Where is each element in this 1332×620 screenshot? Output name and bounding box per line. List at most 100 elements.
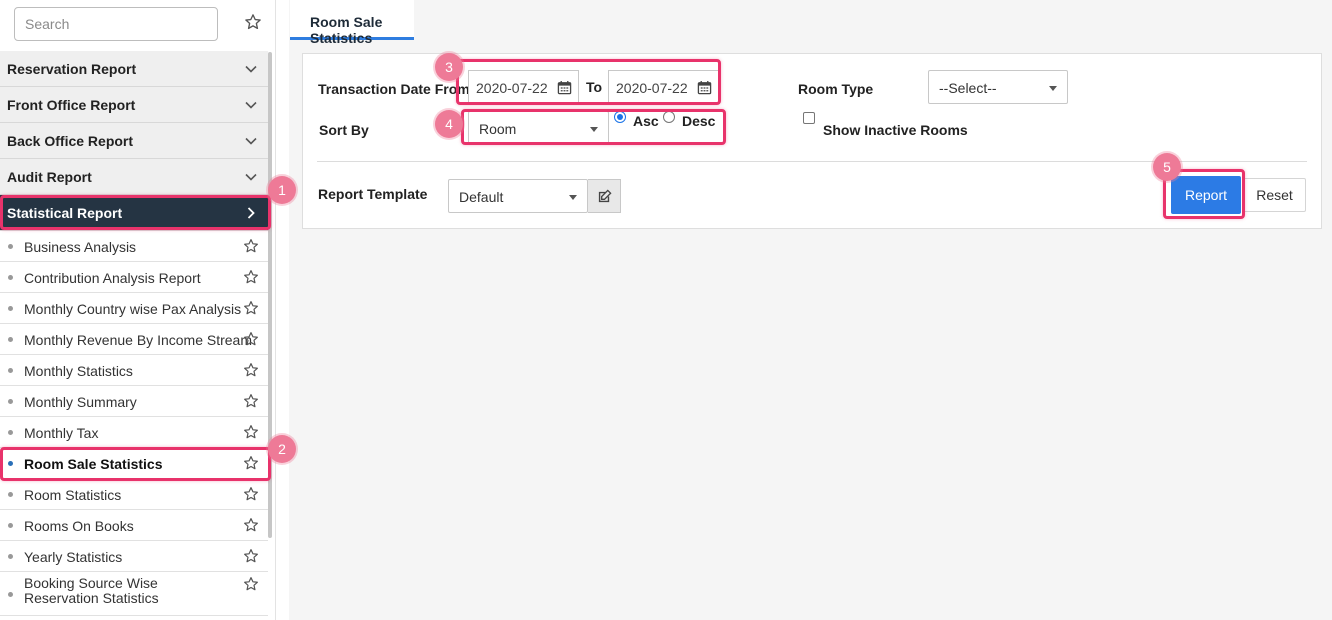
sidebar-scrollbar[interactable] — [268, 52, 272, 538]
star-icon[interactable] — [243, 455, 259, 471]
bullet-icon — [8, 368, 13, 373]
list-item-booking-source[interactable]: Booking Source Wise Reservation Statisti… — [0, 572, 268, 616]
list-item-room-sale-statistics[interactable]: Room Sale Statistics — [0, 448, 268, 479]
list-item-business-analysis[interactable]: Business Analysis — [0, 231, 268, 262]
star-icon[interactable] — [243, 576, 259, 592]
star-icon[interactable] — [243, 269, 259, 285]
list-item-monthly-revenue[interactable]: Monthly Revenue By Income Stream — [0, 324, 268, 355]
desc-label: Desc — [682, 113, 716, 129]
sort-by-select[interactable]: Room — [468, 111, 609, 145]
bullet-icon — [8, 244, 13, 249]
date-from-value: 2020-07-22 — [476, 80, 548, 96]
list-item-label: Monthly Tax — [24, 425, 99, 441]
date-to-input[interactable]: 2020-07-22 — [608, 70, 719, 104]
list-item-contribution-analysis[interactable]: Contribution Analysis Report — [0, 262, 268, 293]
star-icon[interactable] — [243, 238, 259, 254]
category-back-office-report[interactable]: Back Office Report — [0, 123, 268, 159]
category-label: Statistical Report — [7, 205, 123, 221]
list-item-label: Room Statistics — [24, 487, 122, 503]
star-icon[interactable] — [243, 424, 259, 440]
room-type-value: --Select-- — [939, 80, 997, 96]
calendar-icon[interactable] — [557, 80, 572, 95]
category-front-office-report[interactable]: Front Office Report — [0, 87, 268, 123]
category-label: Back Office Report — [7, 133, 134, 149]
list-item-label: Monthly Country wise Pax Analysis — [24, 301, 242, 317]
bullet-icon — [8, 592, 13, 597]
list-item-rooms-on-books[interactable]: Rooms On Books — [0, 510, 268, 541]
star-icon[interactable] — [243, 517, 259, 533]
calendar-icon[interactable] — [697, 80, 712, 95]
category-audit-report[interactable]: Audit Report — [0, 159, 268, 195]
list-item-label: Contribution Analysis Report — [24, 270, 201, 286]
step-badge-5: 5 — [1153, 153, 1181, 181]
bullet-icon — [8, 523, 13, 528]
star-icon[interactable] — [243, 331, 259, 347]
list-item-yearly-statistics[interactable]: Yearly Statistics — [0, 541, 268, 572]
report-button[interactable]: Report — [1171, 176, 1241, 214]
report-template-label: Report Template — [318, 186, 428, 202]
bullet-icon — [8, 337, 13, 342]
bullet-icon — [8, 306, 13, 311]
caret-down-icon — [569, 195, 577, 200]
star-icon[interactable] — [243, 393, 259, 409]
list-item-label: Rooms On Books — [24, 518, 134, 534]
bullet-icon — [8, 492, 13, 497]
category-statistical-report[interactable]: Statistical Report — [0, 195, 268, 231]
chevron-down-icon — [245, 173, 257, 181]
list-item-monthly-country-pax[interactable]: Monthly Country wise Pax Analysis — [0, 293, 268, 324]
report-template-select[interactable]: Default — [448, 179, 588, 213]
sort-by-label: Sort By — [319, 122, 369, 138]
to-label: To — [586, 79, 603, 95]
report-template-value: Default — [459, 189, 504, 205]
favorites-star-icon[interactable] — [244, 13, 262, 31]
search-input[interactable] — [15, 8, 217, 40]
list-item-label: Booking Source Wise Reservation Statisti… — [24, 575, 159, 606]
star-icon[interactable] — [243, 548, 259, 564]
room-type-select[interactable]: --Select-- — [928, 70, 1068, 104]
bullet-icon — [8, 461, 13, 466]
search-box[interactable] — [14, 7, 218, 41]
edit-icon — [598, 189, 612, 203]
list-item-room-statistics[interactable]: Room Statistics — [0, 479, 268, 510]
list-item-monthly-summary[interactable]: Monthly Summary — [0, 386, 268, 417]
caret-down-icon — [1049, 86, 1057, 91]
list-item-label: Business Analysis — [24, 239, 137, 255]
category-reservation-report[interactable]: Reservation Report — [0, 51, 268, 87]
list-item-monthly-tax[interactable]: Monthly Tax — [0, 417, 268, 448]
star-icon[interactable] — [243, 362, 259, 378]
star-icon[interactable] — [243, 300, 259, 316]
category-label: Audit Report — [7, 169, 92, 185]
star-icon[interactable] — [243, 486, 259, 502]
sort-asc-radio[interactable] — [614, 111, 626, 123]
category-label: Front Office Report — [7, 97, 136, 113]
sort-desc-radio[interactable] — [663, 111, 675, 123]
bullet-icon — [8, 430, 13, 435]
step-badge-2: 2 — [268, 435, 296, 463]
asc-label: Asc — [633, 113, 659, 129]
list-item-monthly-statistics[interactable]: Monthly Statistics — [0, 355, 268, 386]
tab-label: Room Sale Statistics — [310, 14, 383, 46]
bullet-icon — [8, 554, 13, 559]
bullet-icon — [8, 399, 13, 404]
chevron-right-icon — [247, 207, 255, 219]
edit-template-button[interactable] — [588, 179, 621, 213]
chevron-down-icon — [245, 101, 257, 109]
list-item-label: Monthly Summary — [24, 394, 137, 410]
tab-room-sale-statistics[interactable]: Room Sale Statistics — [290, 0, 414, 46]
transaction-date-label: Transaction Date From — [318, 81, 470, 97]
chevron-down-icon — [245, 65, 257, 73]
step-badge-3: 3 — [435, 53, 463, 81]
show-inactive-label: Show Inactive Rooms — [823, 122, 968, 138]
caret-down-icon — [590, 127, 598, 132]
list-item-label: Yearly Statistics — [24, 549, 123, 565]
sort-by-value: Room — [479, 121, 517, 137]
room-type-label: Room Type — [798, 81, 874, 97]
list-item-label: Monthly Revenue By Income Stream — [24, 332, 252, 348]
main-content: Room Sale Statistics Transaction Date Fr… — [289, 0, 1332, 620]
reset-button[interactable]: Reset — [1243, 178, 1306, 212]
date-from-input[interactable]: 2020-07-22 — [468, 70, 579, 104]
show-inactive-checkbox[interactable] — [803, 112, 815, 124]
step-badge-1: 1 — [268, 176, 296, 204]
chevron-down-icon — [245, 137, 257, 145]
step-badge-4: 4 — [435, 110, 463, 138]
